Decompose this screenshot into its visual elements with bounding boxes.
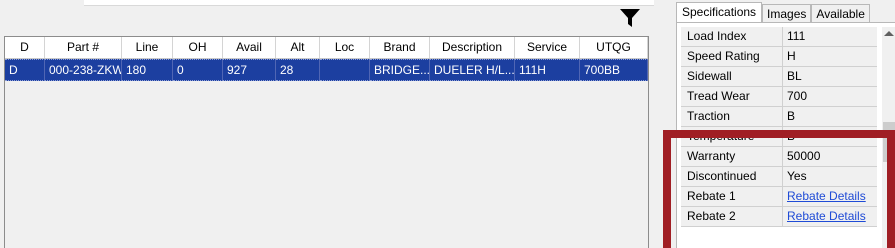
col-header-utqg[interactable]: UTQG	[580, 37, 648, 58]
spec-key: Load Index	[681, 27, 783, 46]
col-header-description[interactable]: Description	[430, 37, 515, 58]
grid-header-row: D Part # Line OH Avail Alt Loc Brand Des…	[5, 37, 648, 59]
cell-loc[interactable]	[320, 59, 370, 81]
spec-row-load-index[interactable]: Load Index 111	[681, 27, 877, 47]
spec-value: 111	[783, 27, 877, 46]
spec-value: BL	[783, 67, 877, 86]
spec-key: Tread Wear	[681, 87, 783, 106]
col-header-service[interactable]: Service	[515, 37, 580, 58]
col-header-oh[interactable]: OH	[173, 37, 223, 58]
spec-row-traction[interactable]: Traction B	[681, 107, 877, 127]
table-row[interactable]: D 000-238-ZKW 180 0 927 28 BRIDGE... DUE…	[5, 59, 648, 81]
col-header-loc[interactable]: Loc	[320, 37, 370, 58]
spec-row-tread-wear[interactable]: Tread Wear 700	[681, 87, 877, 107]
spec-key: Traction	[681, 107, 783, 126]
col-header-alt[interactable]: Alt	[276, 37, 320, 58]
details-tabs: Specifications Images Available	[676, 2, 870, 23]
spec-key: Speed Rating	[681, 47, 783, 66]
cell-d[interactable]: D	[5, 59, 45, 81]
tab-images[interactable]: Images	[762, 4, 812, 23]
cell-oh[interactable]: 0	[173, 59, 223, 81]
spec-value: H	[783, 47, 877, 66]
annotation-highlight-box	[663, 130, 895, 248]
cell-utqg[interactable]: 700BB	[580, 59, 648, 81]
col-header-d[interactable]: D	[5, 37, 45, 58]
spec-value: 700	[783, 87, 877, 106]
filter-icon[interactable]	[619, 8, 641, 28]
tab-specifications[interactable]: Specifications	[676, 2, 763, 23]
cell-avail[interactable]: 927	[223, 59, 276, 81]
cell-alt[interactable]: 28	[276, 59, 320, 81]
cell-line[interactable]: 180	[122, 59, 173, 81]
spec-value: B	[783, 107, 877, 126]
scroll-up-arrow-icon[interactable]	[884, 31, 894, 36]
results-grid[interactable]: D Part # Line OH Avail Alt Loc Brand Des…	[4, 36, 649, 248]
col-header-brand[interactable]: Brand	[370, 37, 430, 58]
cell-part[interactable]: 000-238-ZKW	[45, 59, 122, 81]
cell-brand[interactable]: BRIDGE...	[370, 59, 430, 81]
tab-available[interactable]: Available	[811, 4, 870, 23]
spec-key: Sidewall	[681, 67, 783, 86]
col-header-part[interactable]: Part #	[45, 37, 122, 58]
cell-description[interactable]: DUELER H/L...	[430, 59, 515, 81]
col-header-line[interactable]: Line	[122, 37, 173, 58]
spec-row-sidewall[interactable]: Sidewall BL	[681, 67, 877, 87]
cell-service[interactable]: 111H	[515, 59, 580, 81]
spec-row-speed-rating[interactable]: Speed Rating H	[681, 47, 877, 67]
toolbar-strip	[84, 0, 654, 6]
col-header-avail[interactable]: Avail	[223, 37, 276, 58]
